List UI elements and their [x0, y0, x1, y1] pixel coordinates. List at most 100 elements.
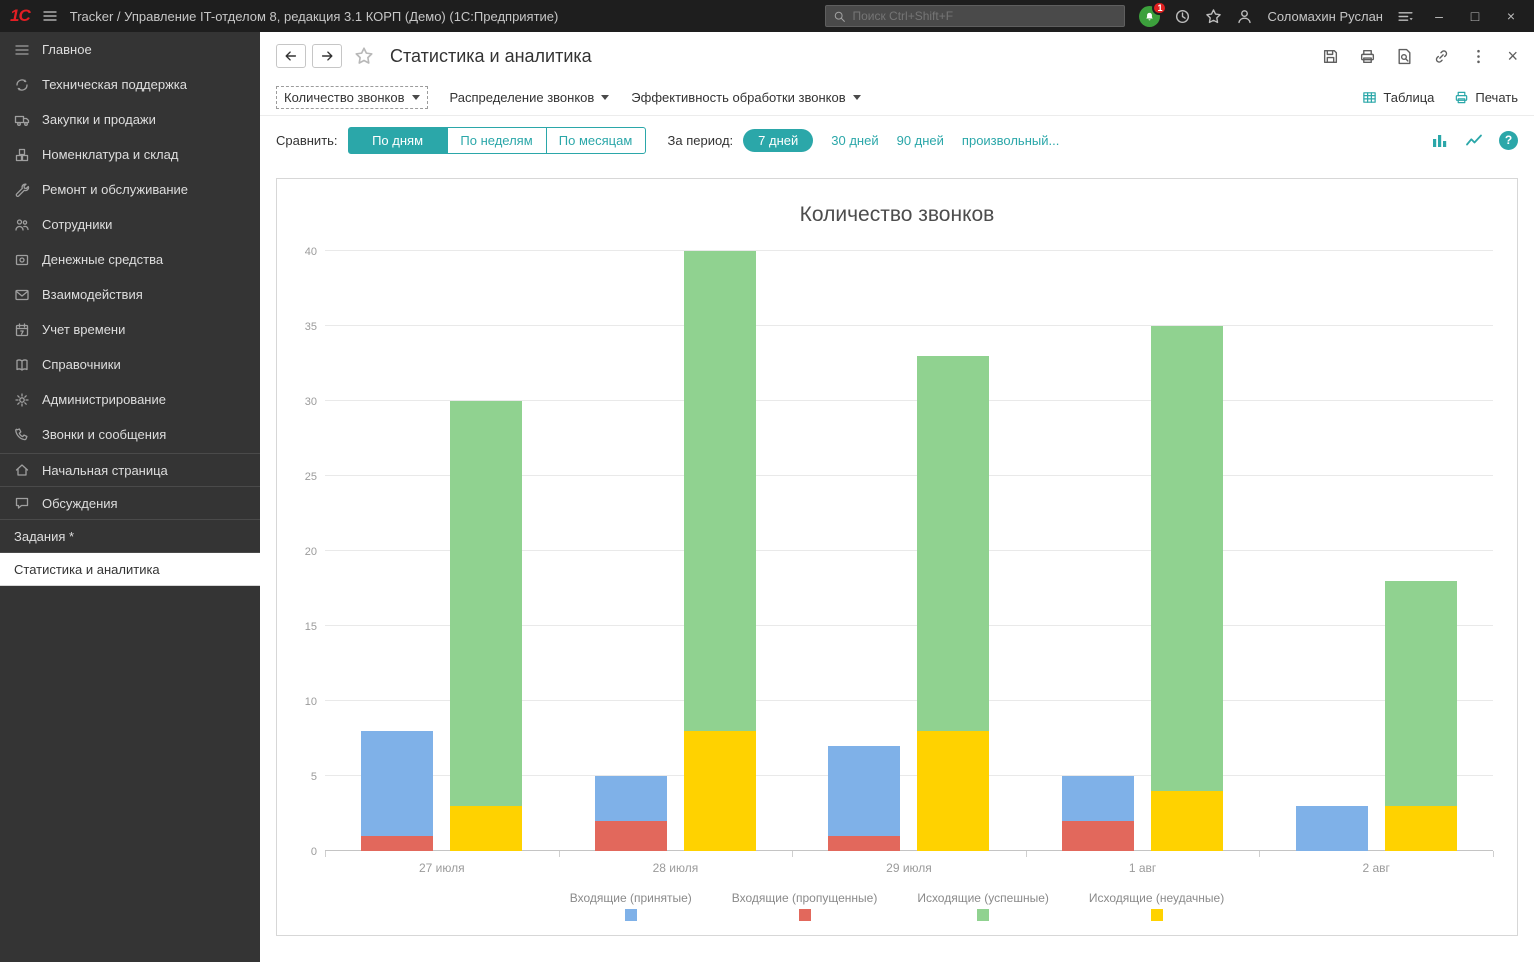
x-axis-tick	[1259, 851, 1260, 857]
sidebar-item[interactable]: Техническая поддержка	[0, 67, 260, 102]
sidebar-item-label: Денежные средства	[42, 251, 163, 268]
gear-icon	[14, 392, 30, 408]
x-axis-tick	[792, 851, 793, 857]
period-options: 7 дней 30 дней 90 дней произвольный...	[743, 129, 1059, 152]
sidebar-item-label: Номенклатура и склад	[42, 146, 178, 163]
sidebar-item[interactable]: Звонки и сообщения	[0, 417, 260, 452]
maximize-button[interactable]: □	[1464, 8, 1486, 24]
x-axis-label: 2 авг	[1259, 861, 1493, 875]
sidebar-page-item[interactable]: Статистика и аналитика	[0, 553, 260, 586]
period-option[interactable]: произвольный...	[962, 133, 1059, 148]
sidebar-item[interactable]: Сотрудники	[0, 207, 260, 242]
notifications-icon[interactable]: 1	[1139, 6, 1160, 27]
legend-item: Исходящие (неудачные)	[1089, 891, 1224, 921]
close-page-icon[interactable]: ×	[1507, 47, 1518, 65]
bar-segment	[828, 746, 900, 836]
more-icon[interactable]	[1470, 48, 1487, 65]
compare-option-button[interactable]: По дням	[348, 127, 448, 154]
sidebar-page-label: Начальная страница	[42, 463, 168, 478]
sidebar-item[interactable]: Справочники	[0, 347, 260, 382]
sidebar-item[interactable]: Администрирование	[0, 382, 260, 417]
page-header: Статистика и аналитика	[260, 32, 1534, 80]
sidebar-item-label: Техническая поддержка	[42, 76, 187, 93]
main-menu-icon[interactable]	[42, 8, 58, 24]
sidebar-sections: Главное Техническая поддержка Закупки и пр…	[0, 32, 260, 452]
compare-option-button[interactable]: По месяцам	[546, 127, 646, 154]
bar-chart-view-icon[interactable]	[1431, 131, 1449, 149]
print-report-label: Печать	[1475, 90, 1518, 105]
bar-segment	[917, 356, 989, 731]
favorite-star-icon[interactable]	[354, 46, 374, 66]
service-menu-icon[interactable]	[1397, 8, 1414, 25]
bar-outgoing	[684, 251, 756, 851]
bar-segment	[1296, 806, 1368, 851]
sidebar: Главное Техническая поддержка Закупки и пр…	[0, 32, 260, 962]
chevron-down-icon	[853, 95, 861, 100]
phone-icon	[14, 427, 30, 443]
save-icon[interactable]	[1322, 48, 1339, 65]
global-search[interactable]	[825, 5, 1125, 27]
y-axis-label: 15	[281, 621, 317, 633]
user-icon[interactable]	[1236, 8, 1253, 25]
sidebar-item[interactable]: Взаимодействия	[0, 277, 260, 312]
forward-button[interactable]	[312, 44, 342, 68]
bar-groups	[325, 251, 1493, 851]
x-axis-label: 28 июля	[559, 861, 793, 875]
legend-swatch	[799, 909, 811, 921]
print-report-button[interactable]: Печать	[1454, 90, 1518, 105]
sidebar-page-label: Задания *	[14, 529, 74, 544]
period-option-active[interactable]: 7 дней	[743, 129, 813, 152]
favorites-icon[interactable]	[1205, 8, 1222, 25]
table-view-button[interactable]: Таблица	[1362, 90, 1434, 105]
legend-label: Входящие (принятые)	[570, 891, 692, 905]
bar-incoming	[361, 731, 433, 851]
report-tabs-row: Количество звонков Распределение звонков Э…	[260, 80, 1534, 116]
report-tab[interactable]: Количество звонков	[276, 86, 428, 109]
print-icon[interactable]	[1359, 48, 1376, 65]
close-button[interactable]: ×	[1500, 8, 1522, 24]
sidebar-item[interactable]: Учет времени	[0, 312, 260, 347]
y-axis-label: 10	[281, 696, 317, 708]
chart-panel: Количество звонков 051015202530354027 ию…	[276, 178, 1518, 936]
period-option[interactable]: 30 дней	[831, 133, 878, 148]
minimize-button[interactable]: –	[1428, 8, 1450, 24]
sidebar-item[interactable]: Главное	[0, 32, 260, 67]
sidebar-page-item[interactable]: Обсуждения	[0, 487, 260, 520]
report-tab[interactable]: Распределение звонков	[450, 86, 610, 109]
sidebar-item[interactable]: Номенклатура и склад	[0, 137, 260, 172]
line-chart-view-icon[interactable]	[1465, 131, 1483, 149]
x-axis-label: 29 июля	[792, 861, 1026, 875]
mail-icon	[14, 287, 30, 303]
sidebar-item[interactable]: Ремонт и обслуживание	[0, 172, 260, 207]
bar-outgoing	[917, 356, 989, 851]
help-icon[interactable]: ?	[1499, 131, 1518, 150]
x-axis-label: 1 авг	[1026, 861, 1260, 875]
sidebar-page-item[interactable]: Начальная страница	[0, 454, 260, 487]
bar-segment	[595, 821, 667, 851]
sidebar-item-label: Учет времени	[42, 321, 125, 338]
period-option[interactable]: 90 дней	[897, 133, 944, 148]
menu-icon	[14, 42, 30, 58]
chevron-down-icon	[601, 95, 609, 100]
book-icon	[14, 357, 30, 373]
bar-segment	[1385, 806, 1457, 851]
bar-segment	[828, 836, 900, 851]
sidebar-item[interactable]: Денежные средства	[0, 242, 260, 277]
preview-icon[interactable]	[1396, 48, 1413, 65]
compare-label: Сравнить:	[276, 133, 338, 148]
search-icon	[833, 10, 846, 23]
bar-incoming	[1062, 776, 1134, 851]
link-icon[interactable]	[1433, 48, 1450, 65]
y-axis-label: 30	[281, 396, 317, 408]
sidebar-item-label: Взаимодействия	[42, 286, 143, 303]
back-button[interactable]	[276, 44, 306, 68]
search-input[interactable]	[852, 9, 1117, 23]
sidebar-item[interactable]: Закупки и продажи	[0, 102, 260, 137]
history-icon[interactable]	[1174, 8, 1191, 25]
report-tab-label: Количество звонков	[284, 90, 405, 105]
compare-option-button[interactable]: По неделям	[447, 127, 547, 154]
report-tab[interactable]: Эффективность обработки звонков	[631, 86, 860, 109]
filters-row: Сравнить: По днямПо неделямПо месяцам За…	[260, 116, 1534, 164]
sidebar-page-item[interactable]: Задания *	[0, 520, 260, 553]
page-title: Статистика и аналитика	[390, 46, 592, 67]
